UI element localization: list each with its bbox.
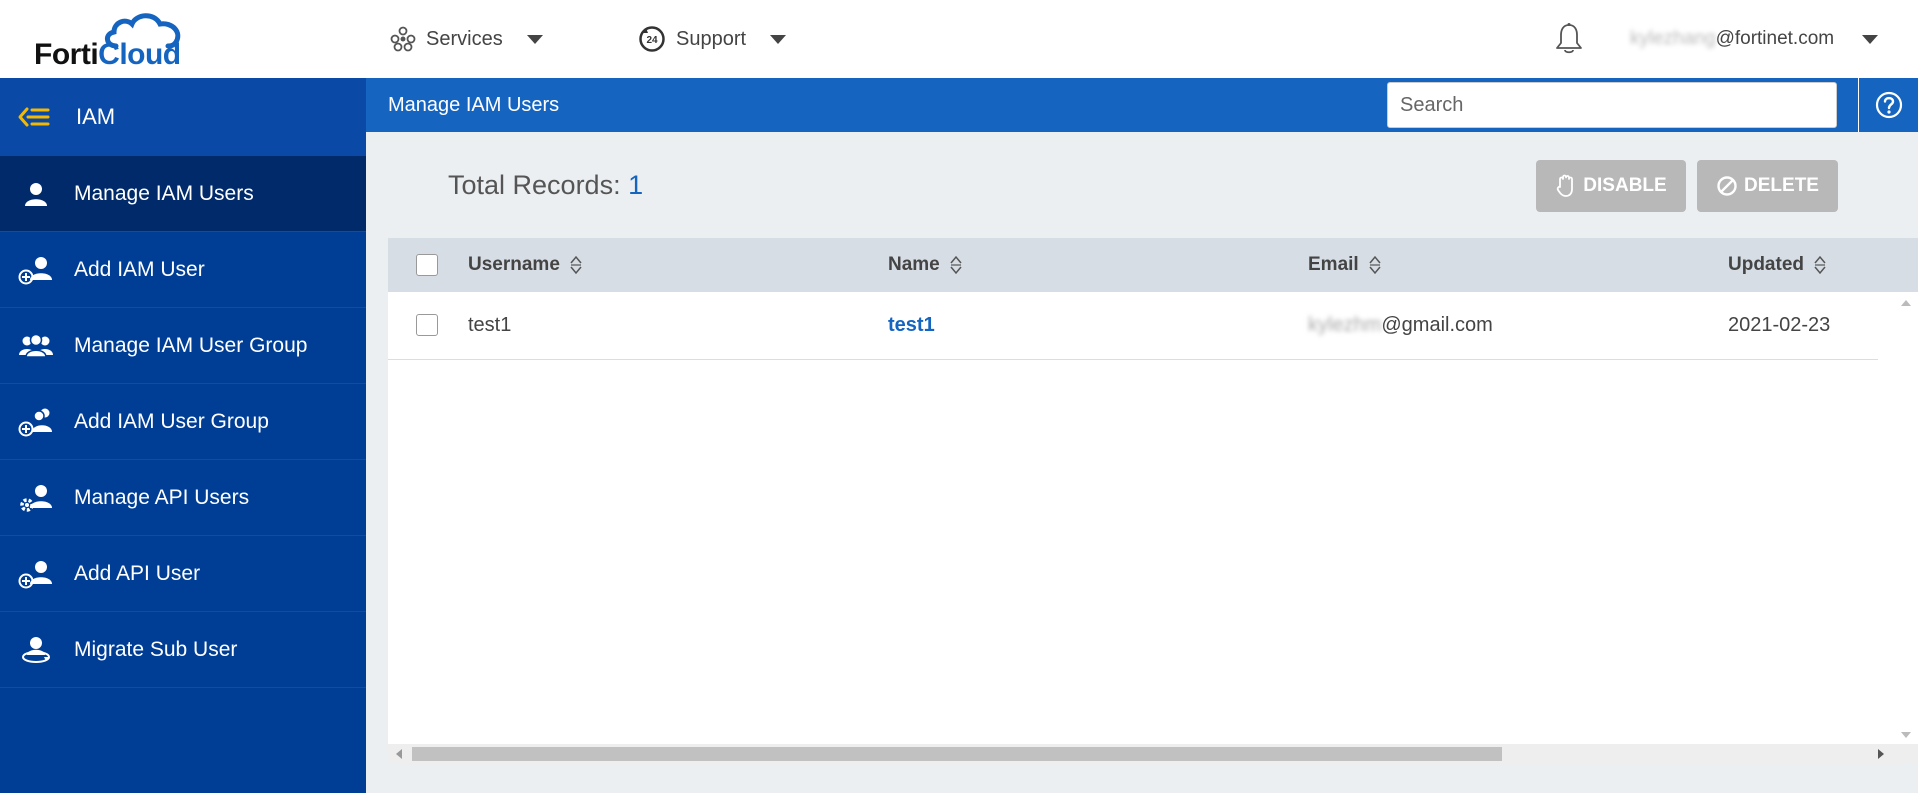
column-label: Username: [468, 254, 560, 275]
sidebar-item-manage-api-users[interactable]: Manage API Users: [0, 460, 366, 536]
services-menu[interactable]: Services: [390, 22, 543, 56]
total-records-label: Total Records:: [448, 170, 621, 200]
scroll-left-arrow-icon[interactable]: [396, 749, 402, 759]
logo-text: FortiCloud: [34, 38, 181, 72]
users-table: Username Name Email Updated test1 test1 …: [388, 238, 1918, 764]
add-user-group-icon: [16, 405, 56, 439]
total-records-count: 1: [628, 170, 644, 200]
bell-icon: [1556, 23, 1582, 54]
support-menu[interactable]: 24 Support: [638, 22, 787, 56]
select-all-checkbox[interactable]: [416, 254, 438, 276]
table-header: Username Name Email Updated: [388, 238, 1918, 292]
svg-text:24: 24: [646, 35, 658, 46]
add-user-icon: [16, 253, 56, 287]
user-icon: [16, 177, 56, 211]
page-title: Manage IAM Users: [388, 94, 560, 116]
sidebar-item-label: Manage IAM User Group: [74, 333, 308, 357]
email-local-part: kylezhm: [1308, 314, 1382, 336]
sidebar: IAM Manage IAM Users Add IAM User Manage…: [0, 78, 366, 793]
user-group-icon: [16, 329, 56, 363]
delete-button[interactable]: DELETE: [1697, 160, 1838, 212]
sidebar-item-label: Add IAM User Group: [74, 409, 269, 433]
row-checkbox[interactable]: [416, 314, 438, 336]
sidebar-item-add-iam-user-group[interactable]: Add IAM User Group: [0, 384, 366, 460]
forticloud-logo[interactable]: FortiCloud: [34, 10, 214, 72]
collapse-menu-icon: [18, 107, 50, 127]
disable-button[interactable]: DISABLE: [1536, 160, 1686, 212]
cell-updated: 2021-02-23: [1728, 314, 1831, 336]
column-label: Name: [888, 254, 940, 275]
chevron-down-icon: [770, 34, 787, 44]
column-header-updated[interactable]: Updated: [1728, 254, 1826, 276]
sidebar-item-label: Manage IAM Users: [74, 181, 254, 205]
sidebar-item-manage-iam-users[interactable]: Manage IAM Users: [0, 156, 366, 232]
account-domain: @fortinet.com: [1715, 28, 1835, 49]
add-api-user-icon: [16, 557, 56, 591]
services-icon: [390, 26, 416, 52]
column-label: Updated: [1728, 254, 1804, 275]
sidebar-title: IAM: [76, 104, 116, 129]
column-header-email[interactable]: Email: [1308, 254, 1381, 276]
column-label: Email: [1308, 254, 1359, 275]
sidebar-item-add-iam-user[interactable]: Add IAM User: [0, 232, 366, 308]
sidebar-item-add-api-user[interactable]: Add API User: [0, 536, 366, 612]
logo-part-cloud: Cloud: [98, 38, 181, 71]
chevron-down-icon: [1862, 34, 1879, 44]
sort-icon: [570, 255, 582, 275]
sort-icon: [1814, 255, 1826, 275]
delete-label: DELETE: [1744, 175, 1819, 196]
notifications-button[interactable]: [1554, 22, 1584, 56]
scroll-right-arrow-icon[interactable]: [1878, 749, 1884, 759]
column-header-username[interactable]: Username: [468, 254, 582, 276]
sidebar-item-label: Migrate Sub User: [74, 637, 238, 661]
logo-part-forti: Forti: [34, 38, 99, 71]
vertical-scrollbar[interactable]: [1894, 292, 1918, 744]
hand-stop-icon: [1557, 174, 1574, 197]
api-user-icon: [16, 481, 56, 515]
search-input[interactable]: [1387, 82, 1837, 128]
cell-username: test1: [468, 314, 512, 336]
sort-icon: [950, 255, 962, 275]
sort-icon: [1369, 255, 1381, 275]
total-records: Total Records: 1: [448, 170, 643, 201]
sidebar-item-manage-iam-user-group[interactable]: Manage IAM User Group: [0, 308, 366, 384]
services-label: Services: [426, 27, 503, 50]
sidebar-item-label: Add API User: [74, 561, 201, 585]
scroll-down-arrow-icon[interactable]: [1901, 732, 1911, 738]
column-header-name[interactable]: Name: [888, 254, 962, 276]
cell-name-link[interactable]: test1: [888, 314, 935, 337]
support-label: Support: [676, 27, 747, 50]
migrate-user-icon: [16, 633, 56, 667]
sidebar-item-label: Add IAM User: [74, 257, 205, 281]
horizontal-scroll-thumb[interactable]: [412, 747, 1502, 761]
disable-label: DISABLE: [1583, 175, 1667, 196]
help-button[interactable]: [1858, 78, 1918, 132]
block-icon: [1717, 176, 1737, 196]
horizontal-scrollbar[interactable]: [388, 744, 1918, 764]
sidebar-collapse-toggle[interactable]: IAM: [0, 78, 366, 156]
chevron-down-icon: [526, 34, 543, 44]
help-icon: [1875, 91, 1902, 119]
account-username: kylezhang: [1630, 28, 1716, 49]
sidebar-item-migrate-sub-user[interactable]: Migrate Sub User: [0, 612, 366, 688]
support-24-icon: 24: [639, 26, 665, 52]
account-menu[interactable]: kylezhang @fortinet.com: [1630, 22, 1879, 56]
main-content: Total Records: 1 DISABLE DELETE Username…: [366, 132, 1918, 793]
table-row[interactable]: test1 test1 kylezhm@gmail.com 2021-02-23: [388, 292, 1878, 360]
top-header: FortiCloud Services 24 Support kylezhang…: [0, 0, 1918, 78]
email-domain: @gmail.com: [1381, 314, 1493, 336]
sidebar-item-label: Manage API Users: [74, 485, 250, 509]
scroll-up-arrow-icon[interactable]: [1901, 300, 1911, 306]
cell-email: kylezhm@gmail.com: [1308, 314, 1493, 337]
